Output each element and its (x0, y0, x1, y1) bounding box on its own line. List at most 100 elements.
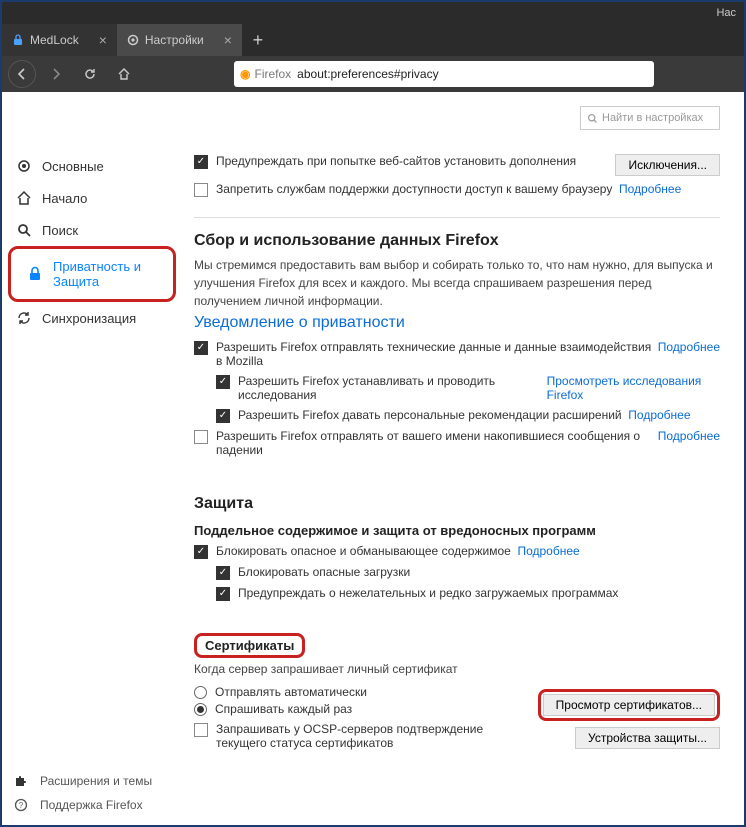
label-block-a11y: Запретить службам поддержки доступности … (216, 182, 612, 196)
label-send-auto: Отправлять автоматически (215, 685, 367, 699)
label-ask: Спрашивать каждый раз (215, 702, 352, 716)
label-warn-dl: Предупреждать о нежелательных и редко за… (238, 586, 618, 600)
svg-text:?: ? (19, 801, 24, 810)
row-block-danger: Блокировать опасное и обманывающее содер… (194, 544, 720, 559)
row-studies: Разрешить Firefox устанавливать и провод… (216, 374, 720, 402)
label-ocsp: Запрашивать у OCSP-серверов подтверждени… (216, 722, 536, 750)
view-certificates-button[interactable]: Просмотр сертификатов... (543, 694, 715, 716)
content-area: Основные Начало Поиск Приватность и Защи… (2, 92, 744, 825)
row-ocsp: Запрашивать у OCSP-серверов подтверждени… (194, 722, 538, 750)
sync-icon (16, 310, 32, 326)
separator (194, 217, 720, 218)
label-studies: Разрешить Firefox устанавливать и провод… (238, 374, 540, 402)
preferences-main: Найти в настройках Предупреждать при поп… (182, 92, 744, 825)
forward-button[interactable] (42, 60, 70, 88)
close-icon[interactable]: × (224, 32, 232, 48)
exceptions-button[interactable]: Исключения... (615, 154, 720, 176)
preferences-search-input[interactable]: Найти в настройках (580, 106, 720, 130)
highlight-view-certificates: Просмотр сертификатов... (538, 689, 720, 721)
firefox-icon: ◉ (240, 67, 250, 81)
checkbox-recs[interactable] (216, 409, 230, 423)
link-view-studies[interactable]: Просмотреть исследования Firefox (547, 374, 720, 402)
tab-settings[interactable]: Настройки × (117, 24, 242, 56)
question-icon: ? (14, 798, 30, 812)
checkbox-block-danger[interactable] (194, 545, 208, 559)
sidebar-bottom: Расширения и темы ? Поддержка Firefox (10, 769, 180, 817)
subsection-deceptive: Поддельное содержимое и защита от вредон… (194, 523, 720, 538)
tab-strip: MedLock × Настройки × + (2, 24, 744, 56)
gear-icon (16, 158, 32, 174)
cert-desc: Когда сервер запрашивает личный сертифик… (194, 660, 720, 678)
row-recs: Разрешить Firefox давать персональные ре… (216, 408, 720, 423)
sidebar-item-extensions[interactable]: Расширения и темы (10, 769, 180, 793)
section-title-certificates: Сертификаты (205, 638, 294, 653)
search-icon (587, 113, 598, 124)
checkbox-warn-addons[interactable] (194, 155, 208, 169)
section-title-security: Защита (194, 495, 720, 513)
gear-icon (127, 34, 139, 46)
row-crash: Разрешить Firefox отправлять от вашего и… (194, 429, 720, 457)
checkbox-crash[interactable] (194, 430, 208, 444)
section-title-datacollection: Сбор и использование данных Firefox (194, 232, 720, 250)
sidebar-label: Синхронизация (42, 311, 136, 326)
sidebar-item-support[interactable]: ? Поддержка Firefox (10, 793, 180, 817)
back-button[interactable] (8, 60, 36, 88)
label-block-danger: Блокировать опасное и обманывающее содер… (216, 544, 511, 558)
label-tech-data: Разрешить Firefox отправлять технические… (216, 340, 658, 368)
sidebar-label: Поиск (42, 223, 78, 238)
urlbar-address: about:preferences#privacy (297, 67, 438, 81)
sidebar-label: Начало (42, 191, 87, 206)
urlbar-scheme: Firefox (254, 67, 291, 81)
checkbox-studies[interactable] (216, 375, 230, 389)
highlight-certificates-title: Сертификаты (194, 633, 305, 658)
window-titlebar: Нас (2, 2, 744, 24)
url-bar[interactable]: ◉ Firefox about:preferences#privacy (234, 61, 654, 87)
lock-icon (12, 34, 24, 46)
tab-label: MedLock (30, 33, 79, 47)
radio-ask-every-time[interactable] (194, 703, 207, 716)
lock-icon (27, 266, 43, 282)
home-button[interactable] (110, 60, 138, 88)
sidebar-item-general[interactable]: Основные (2, 150, 182, 182)
home-icon (16, 190, 32, 206)
sidebar-label: Поддержка Firefox (40, 798, 143, 812)
checkbox-tech-data[interactable] (194, 341, 208, 355)
search-icon (16, 222, 32, 238)
new-tab-button[interactable]: + (242, 24, 274, 56)
checkbox-ocsp[interactable] (194, 723, 208, 737)
checkbox-block-a11y[interactable] (194, 183, 208, 197)
sidebar-item-privacy[interactable]: Приватность и Защита (13, 251, 167, 297)
tab-medlock[interactable]: MedLock × (2, 24, 117, 56)
reload-button[interactable] (76, 60, 104, 88)
sidebar-label: Расширения и темы (40, 774, 152, 788)
label-block-dl: Блокировать опасные загрузки (238, 565, 410, 579)
row-warn-dl: Предупреждать о нежелательных и редко за… (216, 586, 720, 601)
checkbox-block-downloads[interactable] (216, 566, 230, 580)
link-more-danger[interactable]: Подробнее (517, 544, 579, 558)
label-recs: Разрешить Firefox давать персональные ре… (238, 408, 622, 422)
row-tech-data: Разрешить Firefox отправлять технические… (194, 340, 720, 368)
sidebar-label: Основные (42, 159, 104, 174)
row-block-dl: Блокировать опасные загрузки (216, 565, 720, 580)
row-warn-addons: Предупреждать при попытке веб-сайтов уст… (194, 154, 720, 176)
link-more-tech[interactable]: Подробнее (658, 340, 720, 354)
row-block-a11y: Запретить службам поддержки доступности … (194, 182, 720, 197)
link-more-a11y[interactable]: Подробнее (619, 182, 681, 196)
link-more-crash[interactable]: Подробнее (658, 429, 720, 443)
search-placeholder: Найти в настройках (602, 112, 703, 124)
label-crash: Разрешить Firefox отправлять от вашего и… (216, 429, 658, 457)
row-radio-auto: Отправлять автоматически (194, 685, 538, 699)
tab-label: Настройки (145, 33, 204, 47)
window-title-fragment: Нас (716, 7, 736, 19)
link-privacy-notice[interactable]: Уведомление о приватности (194, 314, 405, 331)
checkbox-warn-downloads[interactable] (216, 587, 230, 601)
sidebar-item-sync[interactable]: Синхронизация (2, 302, 182, 334)
radio-send-auto[interactable] (194, 686, 207, 699)
security-devices-button[interactable]: Устройства защиты... (575, 727, 720, 749)
cert-row: Отправлять автоматически Спрашивать кажд… (194, 682, 720, 756)
close-icon[interactable]: × (99, 32, 107, 48)
link-more-recs[interactable]: Подробнее (628, 408, 690, 422)
sidebar-item-home[interactable]: Начало (2, 182, 182, 214)
sidebar-item-search[interactable]: Поиск (2, 214, 182, 246)
nav-toolbar: ◉ Firefox about:preferences#privacy (2, 56, 744, 92)
